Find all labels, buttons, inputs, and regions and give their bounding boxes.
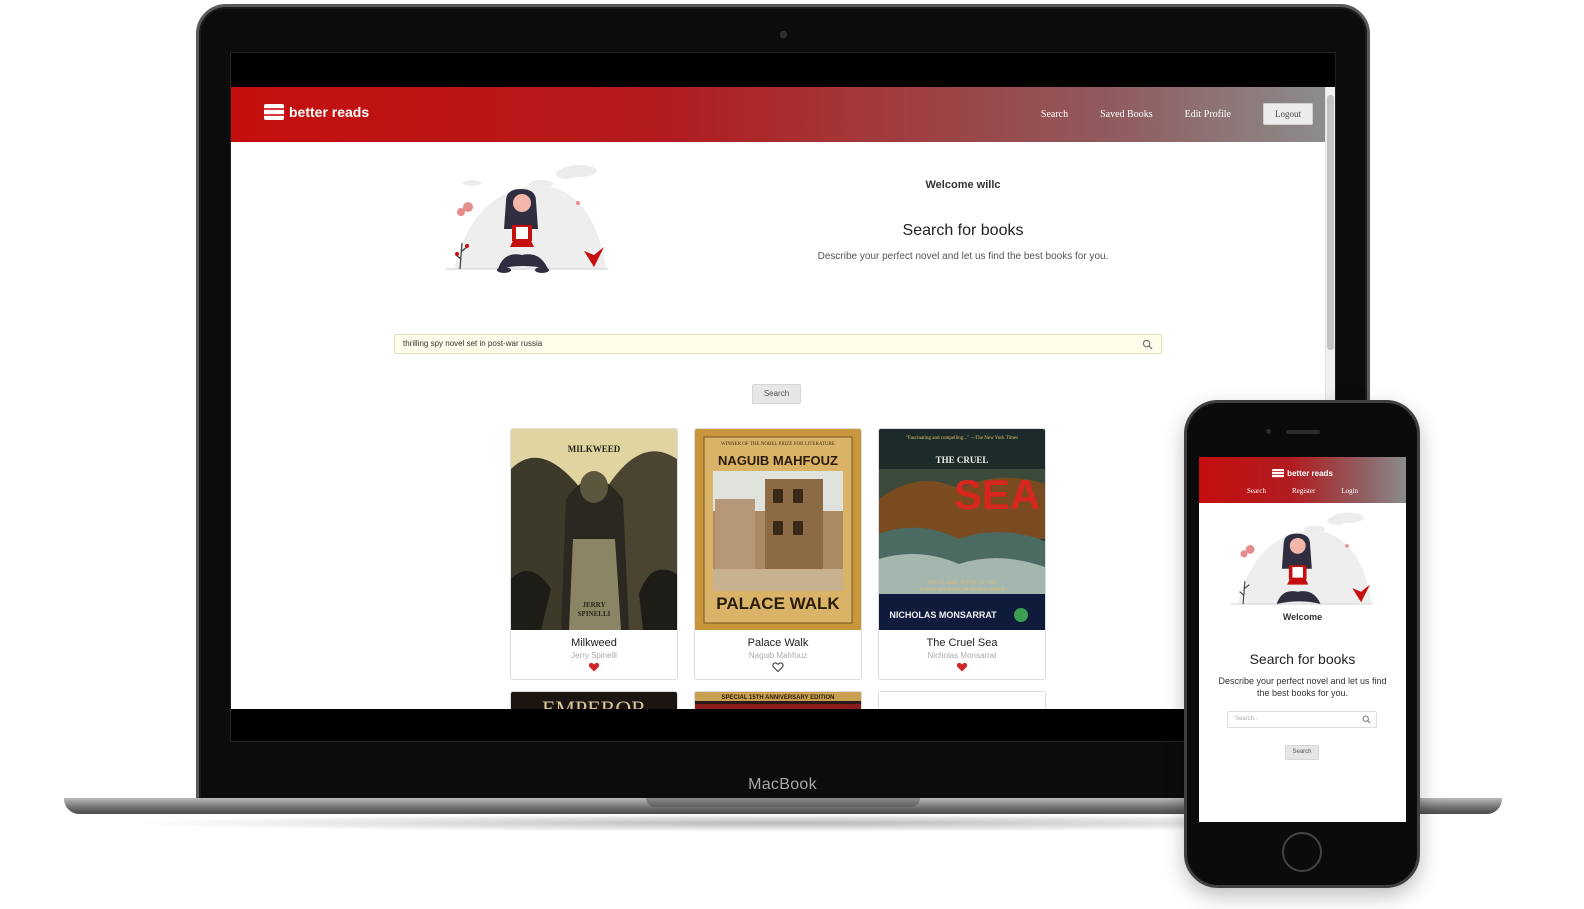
mobile-search-placeholder: Search.. xyxy=(1235,716,1258,722)
mobile-nav-links: Search Register Login xyxy=(1199,487,1406,495)
reading-girl-illustration xyxy=(1230,512,1374,605)
book-card-partial[interactable] xyxy=(878,691,1046,709)
heart-outline-icon[interactable] xyxy=(772,661,784,673)
heart-filled-icon[interactable] xyxy=(956,661,968,673)
cover-cruel-sea-author: NICHOLAS MONSARRAT xyxy=(889,610,997,620)
nav-links: Search Saved Books Edit Profile Logout xyxy=(1041,103,1313,125)
search-button[interactable]: Search xyxy=(752,384,801,404)
search-input-value: thrilling spy novel set in post-war russ… xyxy=(403,339,543,348)
laptop-camera xyxy=(780,31,787,38)
cover-milkweed-author-2: SPINELLI xyxy=(578,610,611,618)
search-input[interactable]: thrilling spy novel set in post-war russ… xyxy=(394,334,1162,354)
book-author: Nicholas Monsarrat xyxy=(927,651,997,660)
mobile-brand-link[interactable]: better reads xyxy=(1199,469,1406,478)
cover-cruel-sea-title-1: THE CRUEL xyxy=(936,455,989,465)
search-icon[interactable] xyxy=(1142,339,1153,350)
book-title: Palace Walk xyxy=(747,637,809,649)
brand-name: better reads xyxy=(289,104,370,120)
cover-palace-walk-award: WINNER OF THE NOBEL PRIZE FOR LITERATURE xyxy=(721,442,835,447)
cover-palace-walk-title: PALACE WALK xyxy=(716,594,840,613)
cover-cruel-sea-title-2: SEA xyxy=(954,471,1040,518)
cover-milkweed-author-1: JERRY xyxy=(582,601,605,609)
page-title: Search for books xyxy=(902,222,1024,239)
book-title: Milkweed xyxy=(571,637,617,649)
phone-camera xyxy=(1266,429,1271,434)
brand-link[interactable]: better reads xyxy=(264,104,369,120)
mobile-search-button[interactable]: Search xyxy=(1285,745,1319,760)
nav-edit-profile-link[interactable]: Edit Profile xyxy=(1185,109,1231,120)
cover-emperor-title: EMPEROR xyxy=(542,696,646,709)
cover-cruel-sea-tagline-1: THE CLASSIC NOVEL OF THE xyxy=(928,581,996,586)
mobile-search-input[interactable]: Search.. xyxy=(1227,711,1377,728)
book-author: Naguib Mahfouz xyxy=(748,651,808,660)
book-logo-icon xyxy=(264,104,284,120)
cover-milkweed-title: MILKWEED xyxy=(568,444,621,454)
mobile-brand-name: better reads xyxy=(1287,469,1333,478)
cover-palace-walk-author: NAGUIB MAHFOUZ xyxy=(718,453,838,468)
scrollbar-thumb[interactable] xyxy=(1327,95,1334,350)
mobile-nav-register-link[interactable]: Register xyxy=(1292,487,1315,495)
book-cover-milkweed: MILKWEED JERRY SPINELLI xyxy=(511,429,677,630)
nav-search-link[interactable]: Search xyxy=(1041,109,1068,120)
heart-filled-icon[interactable] xyxy=(588,661,600,673)
book-card-partial[interactable]: EMPEROR xyxy=(510,691,678,709)
book-card-palace-walk[interactable]: WINNER OF THE NOBEL PRIZE FOR LITERATURE… xyxy=(694,428,862,680)
page-description: Describe your perfect novel and let us f… xyxy=(817,251,1109,262)
book-card-the-cruel-sea[interactable]: "Fascinating and compelling..." —The New… xyxy=(878,428,1046,680)
book-author: Jerry Spinelli xyxy=(571,651,617,660)
logout-button[interactable]: Logout xyxy=(1263,103,1313,125)
book-card-partial[interactable]: SPECIAL 15TH ANNIVERSARY EDITION xyxy=(694,691,862,709)
book-title: The Cruel Sea xyxy=(926,637,998,649)
phone-speaker xyxy=(1286,430,1320,434)
nav-saved-books-link[interactable]: Saved Books xyxy=(1100,109,1153,120)
mobile-nav-search-link[interactable]: Search xyxy=(1247,487,1266,495)
mobile-page-description: Describe your perfect novel and let us f… xyxy=(1218,676,1387,698)
book-cover-the-cruel-sea: "Fascinating and compelling..." —The New… xyxy=(879,429,1045,630)
mobile-welcome-text: Welcome xyxy=(1282,612,1323,622)
book-cover-palace-walk: WINNER OF THE NOBEL PRIZE FOR LITERATURE… xyxy=(695,429,861,630)
welcome-text: Welcome willc xyxy=(925,179,1001,191)
cover-cruel-sea-tagline-2: NORTH ATLANTIC IN WORLD WAR II xyxy=(919,588,1005,593)
cover-cruel-sea-quote: "Fascinating and compelling..." —The New… xyxy=(906,436,1018,441)
book-cover-emperor: EMPEROR xyxy=(511,692,677,709)
laptop-notch xyxy=(646,798,920,807)
laptop-site: better reads Search Saved Books Edit Pro… xyxy=(231,87,1335,709)
phone-home-button[interactable] xyxy=(1282,832,1322,872)
mobile-nav-login-link[interactable]: Login xyxy=(1341,487,1358,495)
reading-girl-illustration xyxy=(446,165,608,273)
phone-screen: better reads Search Register Login Welco… xyxy=(1199,457,1406,822)
book-logo-icon xyxy=(1272,469,1285,478)
mobile-navbar: better reads Search Register Login xyxy=(1199,457,1406,503)
laptop-brand-label: MacBook xyxy=(748,776,817,793)
cover-anniversary-text: SPECIAL 15TH ANNIVERSARY EDITION xyxy=(721,695,834,701)
book-card-milkweed[interactable]: MILKWEED JERRY SPINELLI Milkweed Jerry S… xyxy=(510,428,678,680)
book-cover-anniversary: SPECIAL 15TH ANNIVERSARY EDITION xyxy=(695,692,861,709)
search-icon[interactable] xyxy=(1362,715,1371,724)
navbar: better reads Search Saved Books Edit Pro… xyxy=(231,87,1325,142)
mobile-page-title: Search for books xyxy=(1249,651,1356,667)
